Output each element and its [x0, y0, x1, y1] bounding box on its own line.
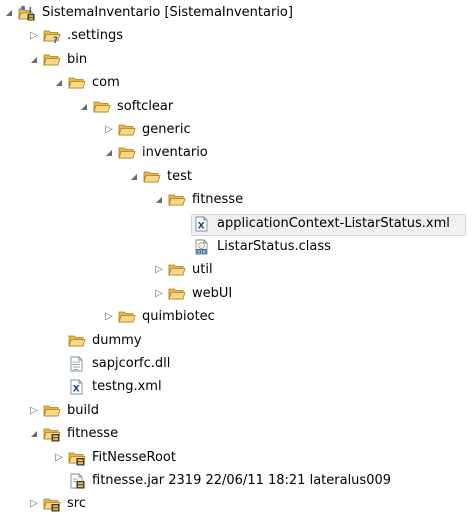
tree-item-label: src: [67, 496, 86, 512]
tree-item[interactable]: ▷ src: [0, 493, 474, 515]
svg-text:J: J: [28, 6, 32, 14]
collapse-twisty-icon[interactable]: ◢: [102, 142, 116, 164]
folder-icon: [118, 309, 136, 325]
tree-item[interactable]: ◢ fitnesse: [0, 189, 474, 211]
tree-item[interactable]: ▷ generic: [0, 119, 474, 141]
tree-item-label: ListarStatus.class: [217, 239, 331, 254]
xml-file-icon: X: [193, 216, 211, 232]
folder-icon: [68, 333, 86, 349]
folder-unknown-icon: ?: [43, 28, 61, 46]
tree-item[interactable]: ▷? .settings: [0, 25, 474, 47]
collapse-twisty-icon[interactable]: ◢: [77, 96, 91, 118]
tree-item-label: com: [92, 75, 120, 91]
tree-item[interactable]: XapplicationContext-ListarStatus.xml: [0, 213, 474, 236]
tree-item-label: inventario: [142, 145, 208, 161]
jar-versioned-icon: [68, 473, 86, 489]
class-file-icon: 010: [193, 239, 211, 255]
tree-item[interactable]: Xtestng.xml: [0, 376, 474, 398]
folder-versioned-icon: [43, 426, 61, 442]
expand-twisty-icon[interactable]: ▷: [102, 306, 116, 328]
tree-item[interactable]: ▷ webUI: [0, 283, 474, 305]
tree-item[interactable]: fitnesse.jar 2319 22/06/11 18:21 lateral…: [0, 470, 474, 492]
folder-icon: [43, 403, 61, 419]
tree-item-label: quimbiotec: [142, 309, 215, 325]
svg-text:X: X: [73, 385, 80, 395]
tree-item[interactable]: ◢ bin: [0, 49, 474, 71]
tree-item[interactable]: ◢ test: [0, 166, 474, 188]
tree-item-label: dummy: [92, 332, 142, 348]
folder-icon: [168, 262, 186, 278]
svg-text:010: 010: [197, 249, 206, 255]
folder-versioned-icon: [43, 496, 61, 512]
tree-item[interactable]: ◢ J SistemaInventario [SistemaInventario]: [0, 2, 474, 24]
expand-twisty-icon[interactable]: ▷: [152, 283, 166, 305]
tree-item[interactable]: ◢ fitnesse: [0, 423, 474, 445]
tree-item-label: applicationContext-ListarStatus.xml: [217, 215, 450, 231]
tree-item-label: SistemaInventario [SistemaInventario]: [42, 5, 293, 20]
tree-item-label: webUI: [192, 285, 233, 301]
folder-icon: [68, 75, 86, 91]
tree-item-label: bin: [67, 51, 88, 67]
tree-item-label: .settings: [67, 28, 123, 44]
tree-item[interactable]: sapjcorfc.dll: [0, 353, 474, 375]
folder-icon: [118, 122, 136, 138]
tree-item[interactable]: ▷ quimbiotec: [0, 306, 474, 328]
tree-item[interactable]: ◢ softclear: [0, 96, 474, 118]
folder-icon: [93, 99, 111, 115]
tree-item[interactable]: ◢ inventario: [0, 142, 474, 164]
expand-twisty-icon[interactable]: ▷: [27, 25, 41, 47]
tree-item[interactable]: ▷ util: [0, 259, 474, 281]
tree-item[interactable]: 010 ListarStatus.class: [0, 236, 474, 258]
collapse-twisty-icon[interactable]: ◢: [27, 49, 41, 71]
folder-icon: [168, 192, 186, 208]
folder-versioned-icon: [68, 450, 86, 466]
tree-item-label: fitnesse: [192, 192, 244, 208]
collapse-twisty-icon[interactable]: ◢: [127, 166, 141, 188]
tree-item-label: testng.xml: [92, 379, 162, 395]
folder-icon: [143, 169, 161, 185]
tree-item-label: fitnesse.jar 2319 22/06/11 18:21 lateral…: [92, 473, 392, 488]
project-explorer-tree: ◢ J SistemaInventario [SistemaInventario] ▷…: [0, 0, 474, 516]
tree-item-label: softclear: [117, 98, 174, 114]
folder-icon: [43, 52, 61, 68]
tree-item-label: fitnesse: [67, 426, 119, 442]
project-icon: J: [18, 5, 36, 21]
text-file-icon: [68, 356, 86, 372]
tree-item-label: build: [67, 402, 99, 418]
tree-item-label: generic: [142, 122, 191, 137]
tree-item[interactable]: dummy: [0, 330, 474, 352]
tree-item[interactable]: ▷ FitNesseRoot: [0, 447, 474, 469]
expand-twisty-icon[interactable]: ▷: [152, 259, 166, 281]
folder-icon: [168, 286, 186, 302]
tree-item-label: sapjcorfc.dll: [92, 356, 171, 371]
tree-item-label: util: [192, 262, 213, 278]
folder-icon: [118, 145, 136, 161]
collapse-twisty-icon[interactable]: ◢: [2, 2, 16, 24]
xml-file-icon: X: [68, 379, 86, 395]
tree-item-label: FitNesseRoot: [92, 449, 176, 465]
collapse-twisty-icon[interactable]: ◢: [152, 189, 166, 211]
expand-twisty-icon[interactable]: ▷: [27, 493, 41, 515]
collapse-twisty-icon[interactable]: ◢: [27, 423, 41, 445]
tree-item-label: test: [167, 168, 192, 184]
tree-item[interactable]: ◢ com: [0, 72, 474, 94]
tree-item[interactable]: ▷ build: [0, 400, 474, 422]
expand-twisty-icon[interactable]: ▷: [102, 119, 116, 141]
svg-text:?: ?: [53, 36, 58, 44]
expand-twisty-icon[interactable]: ▷: [27, 400, 41, 422]
expand-twisty-icon[interactable]: ▷: [52, 447, 66, 469]
collapse-twisty-icon[interactable]: ◢: [52, 72, 66, 94]
svg-text:X: X: [198, 221, 205, 231]
